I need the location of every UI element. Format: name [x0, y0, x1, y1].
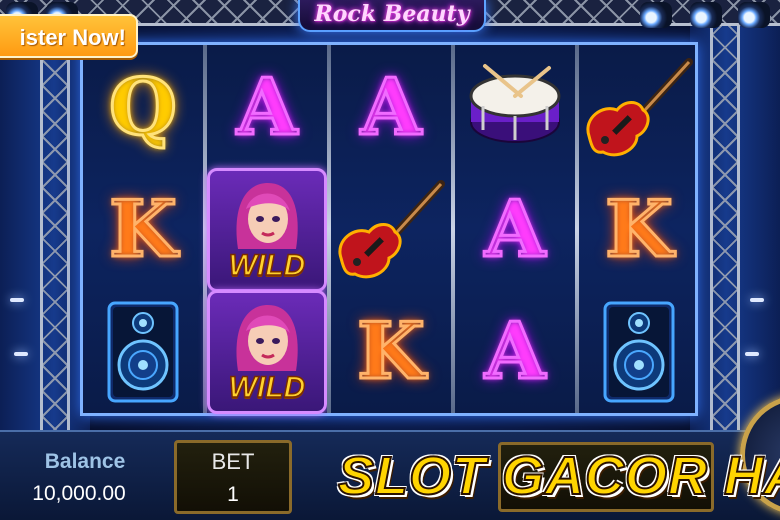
- promo-text: SLOT GACOR HARI I: [337, 446, 780, 506]
- promo-overlay: SLOT GACOR HARI I: [0, 0, 780, 520]
- game-screen: Rock Beauty Q K A WILD WILD A K A A K Ba…: [0, 0, 780, 520]
